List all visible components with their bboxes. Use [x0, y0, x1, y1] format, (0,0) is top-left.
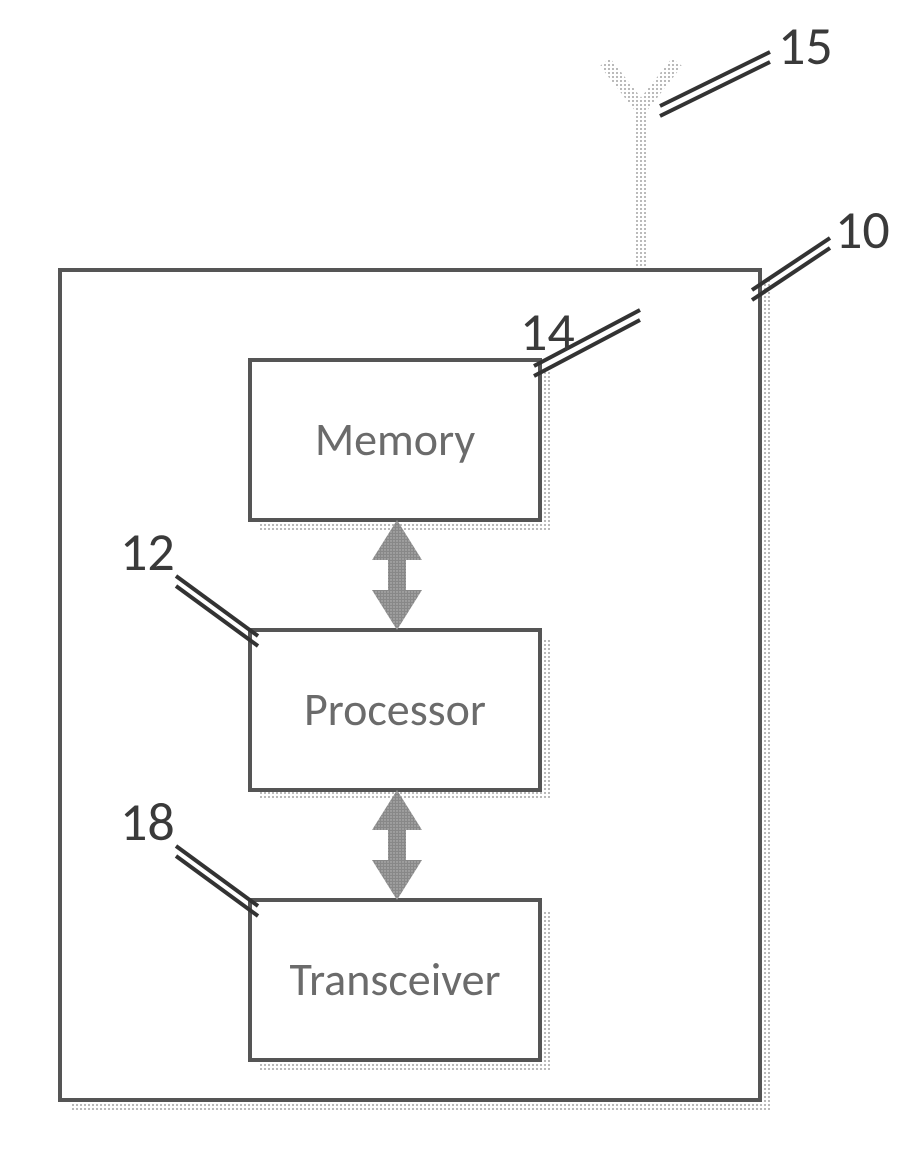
label-transceiver-num: 18 [120, 789, 175, 855]
transceiver-label: Transceiver [290, 952, 501, 1008]
label-device-num: 10 [835, 197, 890, 263]
block-diagram: 15 10 Memory 14 Processor 12 Transceiver [0, 0, 903, 1170]
leader-antenna [660, 52, 770, 116]
label-memory-num: 14 [520, 299, 575, 365]
processor-label: Processor [304, 682, 486, 738]
label-processor-num: 12 [120, 519, 175, 585]
antenna-icon [600, 58, 682, 270]
leader-device [752, 238, 830, 300]
label-antenna-num: 15 [778, 13, 833, 79]
memory-label: Memory [315, 412, 475, 468]
